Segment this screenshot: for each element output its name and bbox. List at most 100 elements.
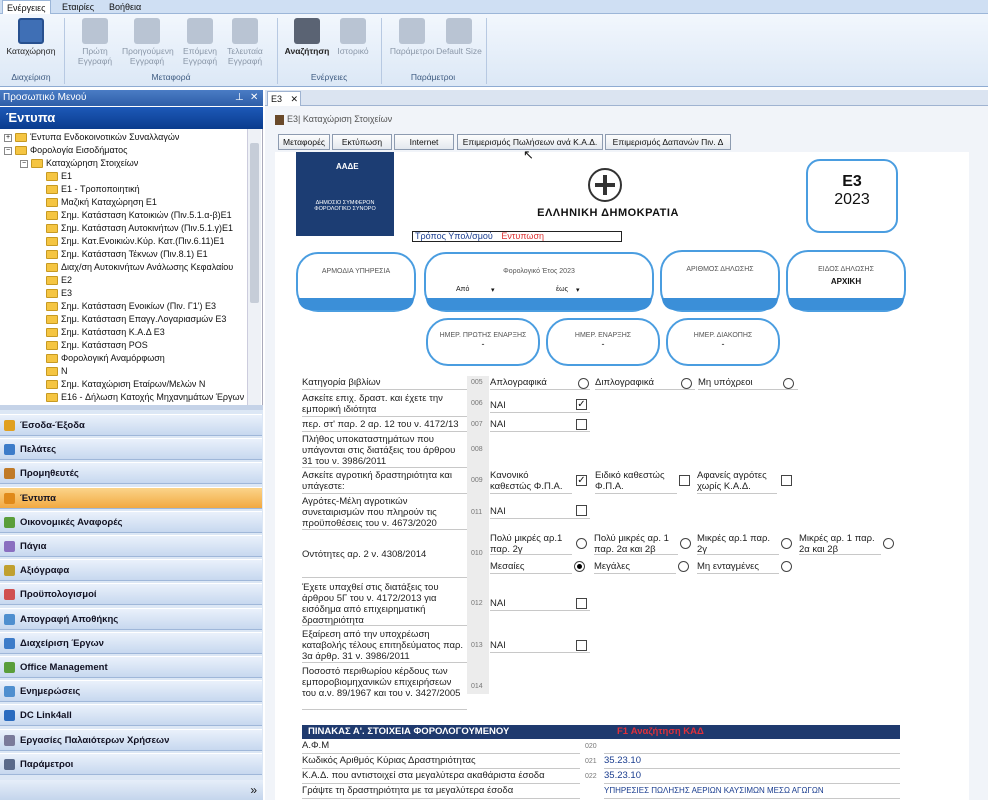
- books-simple-radio[interactable]: [578, 378, 589, 389]
- default-size-button[interactable]: Default Size: [434, 18, 484, 56]
- tab-actions[interactable]: Ενέργειες: [2, 0, 51, 14]
- tree-item[interactable]: Σημ. Κατάσταση Κατοικιών (Πιν.5.1.α-β)E1: [46, 209, 232, 222]
- table-a-row-value[interactable]: ΥΠΗΡΕΣΙΕΣ ΠΩΛΗΣΗΣ ΑΕΡΙΩΝ ΚΑΥΣΙΜΩΝ ΜΕΣΩ Α…: [604, 785, 900, 799]
- folder-icon: [46, 237, 58, 247]
- commercial-checkbox[interactable]: ✓: [576, 399, 587, 410]
- tree-item[interactable]: E1 - Τροποποιητική: [46, 183, 140, 196]
- tree-item[interactable]: N: [46, 365, 68, 378]
- folder-icon: [15, 146, 27, 156]
- parameters-button[interactable]: Παράμετροι: [387, 18, 437, 56]
- first-record-button[interactable]: Πρώτη Εγγραφή: [70, 18, 120, 66]
- nav-item[interactable]: Οικονομικές Αναφορές: [0, 510, 262, 533]
- tree-node-intracommunity[interactable]: + Έντυπα Ενδοκοινοτικών Συναλλαγών: [4, 131, 179, 144]
- nav-item[interactable]: Έντυπα: [0, 486, 262, 509]
- small-2ab-radio[interactable]: [883, 538, 894, 549]
- table-a-row-value[interactable]: 35.23.10: [604, 755, 900, 769]
- tab-help[interactable]: Βοήθεια: [105, 0, 145, 14]
- tree-item[interactable]: Σημ. Καταχώριση Εταίρων/Μελών Ν: [46, 378, 205, 391]
- nav-item[interactable]: Διαχείριση Έργων: [0, 631, 262, 654]
- books-none-radio[interactable]: [783, 378, 794, 389]
- tree-item[interactable]: Σημ. Κατ.Ενοικιών.Κύρ. Κατ.(Πιν.6.11)E1: [46, 235, 225, 248]
- tree-item[interactable]: E1: [46, 170, 72, 183]
- expand-icon[interactable]: +: [4, 133, 12, 142]
- decl-number-pill[interactable]: ΑΡΙΘΜΟΣ ΔΗΛΩΣΗΣ: [660, 250, 780, 312]
- dropdown-arrow-icon[interactable]: ▾: [576, 286, 580, 294]
- nav-item[interactable]: Έσοδα-Έξοδα: [0, 414, 262, 436]
- tree-item[interactable]: Σημ. Κατάσταση Τέκνων (Πιν.8.1) E1: [46, 248, 208, 261]
- nav-item[interactable]: Πάγια: [0, 535, 262, 557]
- nav-item[interactable]: DC Link4all: [0, 704, 262, 727]
- close-icon[interactable]: ✕: [291, 94, 299, 104]
- search-button[interactable]: Αναζήτηση: [282, 18, 332, 56]
- first-start-date-pill[interactable]: ΗΜΕΡ. ΠΡΩΤΗΣ ΕΝΑΡΞΗΣ -: [426, 318, 540, 366]
- nav-item[interactable]: Παράμετροι: [0, 752, 262, 775]
- close-icon[interactable]: ✕: [250, 90, 258, 106]
- resume-date-pill[interactable]: ΗΜΕΡ. ΕΝΑΡΞΗΣ -: [546, 318, 660, 366]
- nav-item[interactable]: Office Management: [0, 656, 262, 678]
- service-pill[interactable]: ΑΡΜΟΔΙΑ ΥΠΗΡΕΣΙΑ: [296, 252, 416, 312]
- decl-type-pill[interactable]: ΕΙΔΟΣ ΔΗΛΩΣΗΣ ΑΡΧΙΚΗ: [786, 250, 906, 312]
- tree-item[interactable]: Σημ. Κατάσταση Ενοικίων (Πιν. Γ1') Ε3: [46, 300, 216, 313]
- folder-icon: [46, 315, 58, 325]
- internet-button[interactable]: Internet: [394, 134, 454, 150]
- vat-normal-checkbox[interactable]: ✓: [576, 475, 587, 486]
- expand-nav-icon[interactable]: »: [250, 783, 257, 797]
- scroll-thumb[interactable]: [250, 143, 259, 303]
- art12-checkbox[interactable]: [576, 419, 587, 430]
- fee-exemption-checkbox[interactable]: [576, 640, 587, 651]
- tab-e3[interactable]: E3 ✕: [267, 91, 301, 106]
- table-a-row-value[interactable]: [604, 740, 900, 754]
- dropdown-arrow-icon[interactable]: ▾: [491, 286, 495, 294]
- collapse-icon[interactable]: −: [4, 146, 12, 155]
- tree-item[interactable]: E16 - Δήλωση Κατοχής Μηχανημάτων Έργων: [46, 391, 244, 404]
- tree-item[interactable]: Φορολογική Αναμόρφωση: [46, 352, 165, 365]
- art5g-checkbox[interactable]: [576, 598, 587, 609]
- nav-item[interactable]: Εργασίες Παλαιότερων Χρήσεων: [0, 728, 262, 751]
- transfers-button[interactable]: Μεταφορές: [278, 134, 330, 150]
- nav-item[interactable]: Αξιόγραφα: [0, 559, 262, 582]
- tree-scrollbar[interactable]: [247, 129, 261, 405]
- hidden-farmers-checkbox[interactable]: [781, 475, 792, 486]
- tree-item[interactable]: Μαζική Καταχώρηση E1: [46, 196, 157, 209]
- tree-item[interactable]: E3: [46, 287, 72, 300]
- nav-item[interactable]: Προμηθευτές: [0, 462, 262, 485]
- not-integrated-radio[interactable]: [781, 561, 792, 572]
- save-button[interactable]: Καταχώρηση: [5, 18, 57, 56]
- history-button[interactable]: Ιστορικό: [328, 18, 378, 56]
- stop-date-pill[interactable]: ΗΜΕΡ. ΔΙΑΚΟΠΗΣ -: [666, 318, 780, 366]
- hidden-farmers-label: Αφανείς αγρότες χωρίς Κ.Α.Δ.: [697, 470, 777, 494]
- nav-icon: [4, 758, 15, 770]
- print-button[interactable]: Εκτύπωση: [332, 134, 392, 150]
- books-double-radio[interactable]: [681, 378, 692, 389]
- very-small-2ab-radio[interactable]: [680, 538, 691, 549]
- tree-item[interactable]: Σημ. Κατάσταση Κ.Α.Δ Ε3: [46, 326, 165, 339]
- tree-item[interactable]: Διαχ/ση Αυτοκινήτων Ανάλωσης Κεφαλαίου: [46, 261, 233, 274]
- large-radio[interactable]: [678, 561, 689, 572]
- row-014-label: Ποσοστό περιθωρίου κέρδους των εμποροβιο…: [302, 666, 467, 710]
- tree-node-data-entry[interactable]: − Καταχώρηση Στοιχείων: [20, 157, 138, 170]
- expense-allocation-button[interactable]: Επιμερισμός Δαπανών Πιν. Δ: [605, 134, 731, 150]
- calc-method-field[interactable]: Τρόπος Υπολ/σμού Εντυπωση: [412, 231, 622, 242]
- next-record-button[interactable]: Επόμενη Εγγραφή: [175, 18, 225, 66]
- nav-item[interactable]: Προϋπολογισμοί: [0, 583, 262, 606]
- collapse-icon[interactable]: −: [20, 159, 28, 168]
- tree-item[interactable]: Σημ. Κατάσταση Αυτοκινήτων (Πιν.5.1.γ)E1: [46, 222, 233, 235]
- tree-item[interactable]: Σημ. Κατάσταση POS: [46, 339, 148, 352]
- very-small-2g-radio[interactable]: [576, 538, 587, 549]
- tree-item[interactable]: E2: [46, 274, 72, 287]
- medium-radio[interactable]: [574, 561, 585, 572]
- small-2g-radio[interactable]: [781, 538, 792, 549]
- tax-year-pill[interactable]: Φορολογικό Έτος 2023 Από ▾ έως ▾: [424, 252, 654, 312]
- last-record-button[interactable]: Τελευταία Εγγραφή: [220, 18, 270, 66]
- coop-farmers-checkbox[interactable]: [576, 505, 587, 516]
- tree-node-income-tax[interactable]: − Φορολογία Εισοδήματος: [4, 144, 127, 157]
- pin-icon[interactable]: ⊥: [235, 90, 244, 106]
- nav-item[interactable]: Ενημερώσεις: [0, 680, 262, 703]
- tab-companies[interactable]: Εταιρίες: [58, 0, 98, 14]
- prev-record-button[interactable]: Προηγούμενη Εγγραφή: [122, 18, 174, 66]
- table-a-row-value[interactable]: 35.23.10: [604, 770, 900, 784]
- tree-item[interactable]: Σημ. Κατάσταση Επαγγ.Λογαριασμών Ε3: [46, 313, 226, 326]
- vat-special-checkbox[interactable]: [679, 475, 690, 486]
- nav-item[interactable]: Απογραφή Αποθήκης: [0, 607, 262, 630]
- nav-item[interactable]: Πελάτες: [0, 438, 262, 461]
